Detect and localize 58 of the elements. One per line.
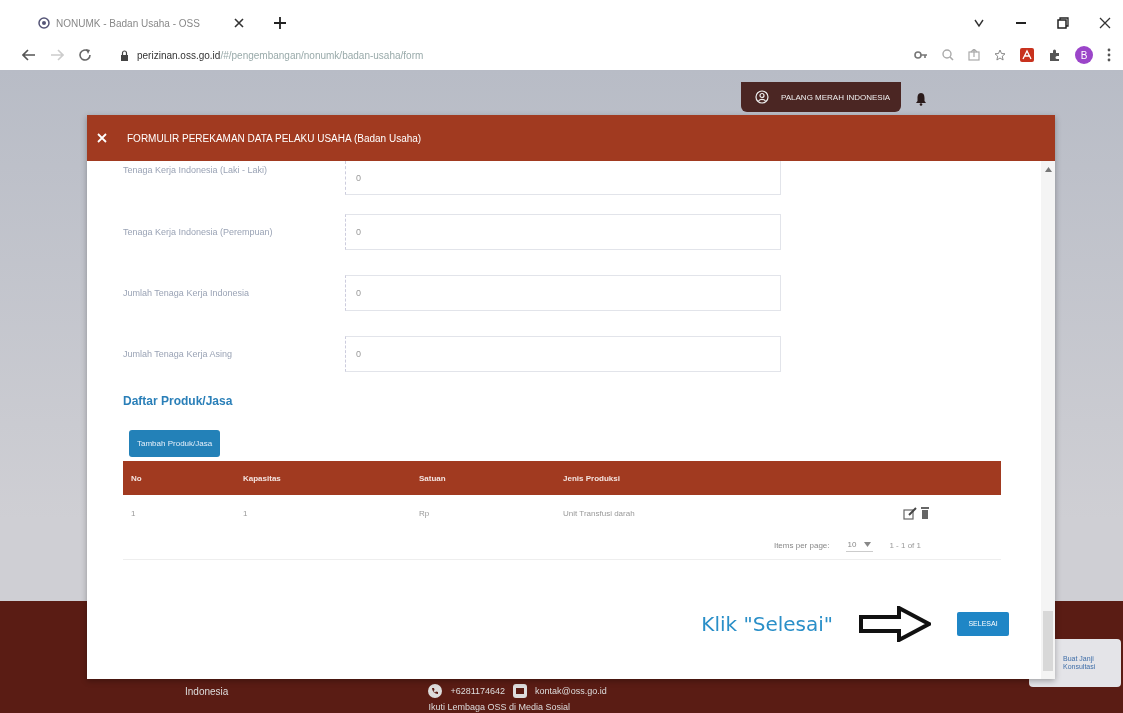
input-field[interactable]: 0 — [345, 335, 781, 372]
scrollbar[interactable] — [1041, 161, 1055, 679]
kebab-menu-icon[interactable] — [1107, 48, 1111, 63]
restore-icon[interactable] — [1057, 17, 1069, 30]
user-menu[interactable]: PALANG MERAH INDONESIA — [741, 82, 901, 112]
input-field[interactable]: 0 — [345, 213, 781, 250]
tab-title: NONUMK - Badan Usaha - OSS — [56, 17, 200, 29]
user-icon — [755, 90, 769, 104]
add-product-button[interactable]: Tambah Produk/Jasa — [129, 430, 221, 457]
pagination-label: Items per page: — [773, 540, 830, 550]
star-icon[interactable] — [994, 49, 1006, 62]
edit-icon[interactable] — [903, 506, 917, 520]
address-bar[interactable]: perizinan.oss.go.id/#/pengembangan/nonumk/badan-usaha/form — [106, 49, 900, 61]
section-title: Daftar Produk/Jasa — [123, 394, 234, 408]
field-label: Tenaga Kerja Indonesia (Laki - Laki) — [123, 165, 269, 175]
email-address: kontak@oss.go.id — [535, 686, 607, 696]
new-tab-icon[interactable] — [273, 17, 286, 30]
close-icon[interactable] — [1099, 17, 1111, 30]
reload-icon[interactable] — [78, 48, 92, 63]
mail-icon — [513, 684, 528, 698]
url-text: perizinan.oss.go.id/#/pengembangan/nonumk/badan-usaha/form — [137, 49, 424, 61]
table-cell-text: 1 — [130, 508, 137, 518]
caret-icon — [864, 542, 872, 547]
phone-number: +6281174642 — [450, 686, 506, 696]
arrow-right-icon — [859, 605, 931, 642]
dialog-title: FORMULIR PEREKAMAN DATA PELAKU USAHA (Badan Usaha) — [127, 132, 422, 144]
bell-icon[interactable] — [915, 92, 927, 106]
browser-tab[interactable]: NONUMK - Badan Usaha - OSS — [24, 17, 244, 30]
column-header: Jenis Produksi — [562, 473, 621, 483]
phone-icon — [428, 684, 443, 698]
forward-icon — [50, 49, 64, 62]
pagination-range: 1 - 1 of 1 — [889, 540, 921, 550]
footer-text: Indonesia — [185, 686, 229, 697]
field-label: Tenaga Kerja Indonesia (Perempuan) — [123, 226, 274, 237]
column-header: Satuan — [418, 473, 447, 483]
lock-icon — [120, 49, 129, 61]
input-field[interactable]: 0 — [345, 161, 781, 195]
close-icon[interactable] — [233, 18, 244, 29]
input-field[interactable]: 0 — [345, 274, 781, 311]
annotation-text: Klik "Selesai" — [701, 611, 833, 636]
profile-avatar[interactable]: B — [1075, 46, 1093, 65]
page-size-select[interactable]: 10 — [845, 538, 874, 552]
scrollbar-thumb[interactable] — [1043, 611, 1053, 671]
trash-icon[interactable] — [921, 507, 929, 519]
field-label: Jumlah Tenaga Kerja Indonesia — [123, 287, 250, 298]
column-header: Kapasitas — [242, 473, 282, 483]
key-icon[interactable] — [914, 50, 928, 61]
table-cell-text: Unit Transfusi darah — [562, 508, 636, 518]
puzzle-icon[interactable] — [1048, 48, 1061, 62]
chevron-down-icon[interactable] — [973, 18, 985, 29]
back-icon[interactable] — [22, 49, 36, 62]
pdf-icon[interactable] — [1020, 48, 1034, 63]
column-header: No — [130, 473, 143, 483]
table-cell-text: Rp — [418, 508, 431, 518]
footer-text: Ikuti Lembaga OSS di Media Sosial — [428, 702, 571, 712]
scroll-up-icon[interactable] — [1044, 167, 1052, 172]
table-cell-text: 1 — [242, 508, 249, 518]
field-label: Jumlah Tenaga Kerja Asing — [123, 348, 233, 359]
